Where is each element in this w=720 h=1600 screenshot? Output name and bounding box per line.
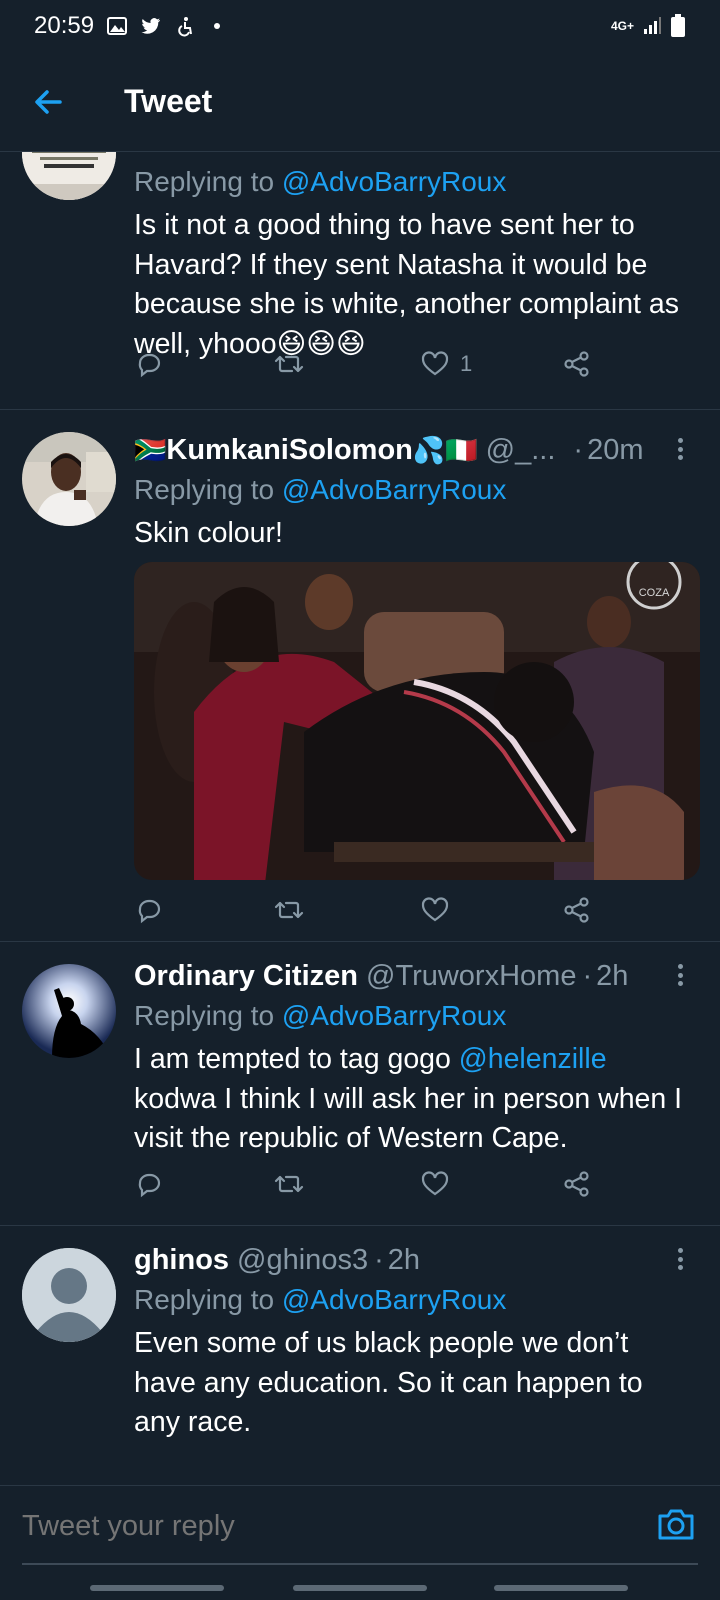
tweet-media-image[interactable]: COZA	[134, 562, 700, 880]
gallery-notification-icon	[107, 17, 128, 35]
more-options-icon[interactable]	[670, 960, 690, 990]
retweet-button[interactable]	[274, 895, 304, 925]
heart-icon	[421, 1171, 449, 1196]
display-name[interactable]: Ordinary Citizen	[134, 960, 358, 993]
avatar[interactable]	[22, 152, 116, 200]
share-button[interactable]	[562, 1169, 592, 1199]
reply-button[interactable]	[134, 349, 164, 379]
reply-composer	[0, 1485, 720, 1566]
share-button[interactable]	[562, 349, 592, 379]
retweet-icon	[274, 901, 304, 919]
signal-icon	[644, 17, 661, 34]
reply-timeline[interactable]: Replying to @AdvoBarryRoux Is it not a g…	[0, 152, 720, 1485]
nav-back-handle[interactable]	[494, 1585, 628, 1591]
reply-button[interactable]	[134, 1169, 164, 1199]
tweet-text: I am tempted to tag gogo @helenzille kod…	[134, 1043, 683, 1154]
nav-recents-handle[interactable]	[90, 1585, 224, 1591]
share-icon	[564, 351, 589, 377]
tweet-time: 2h	[596, 959, 629, 992]
replying-to-mention[interactable]: @AdvoBarryRoux	[282, 166, 507, 197]
reply-icon	[138, 1173, 161, 1198]
separator-dot: ·	[374, 1243, 384, 1276]
replying-to: Replying to @AdvoBarryRoux	[134, 166, 507, 197]
profile-photo	[22, 432, 116, 526]
share-icon	[564, 1171, 589, 1197]
flag-emoji-south-africa: 🇿🇦	[134, 434, 167, 465]
replying-to-mention[interactable]: @AdvoBarryRoux	[282, 1000, 507, 1031]
tweet-text: Even some of us black people we don’t ha…	[134, 1327, 643, 1438]
like-button[interactable]	[420, 895, 450, 925]
battery-icon	[671, 14, 685, 37]
network-type: 4G+	[610, 19, 634, 33]
separator-dot: ·	[582, 959, 593, 992]
heart-icon	[421, 351, 449, 376]
share-button[interactable]	[562, 895, 592, 925]
separator-dot: ·	[573, 433, 584, 466]
replying-to: Replying to @AdvoBarryRoux	[134, 1000, 507, 1031]
system-navigation-bar	[0, 1565, 720, 1600]
avatar[interactable]	[22, 964, 116, 1058]
like-button[interactable]: 1	[420, 349, 472, 379]
user-handle[interactable]: @ghinos3	[237, 1244, 368, 1277]
media-photo: COZA	[134, 562, 700, 880]
user-handle[interactable]: @_...	[486, 434, 556, 467]
status-bar: 20:59 4G+	[0, 0, 720, 52]
replying-to-mention[interactable]: @AdvoBarryRoux	[282, 474, 507, 505]
camera-icon	[658, 1509, 694, 1540]
user-handle[interactable]: @TruworxHome	[366, 960, 576, 993]
text-mention[interactable]: @helenzille	[459, 1043, 607, 1075]
reply-icon	[138, 899, 161, 924]
more-notifications-dot	[214, 23, 221, 29]
retweet-button[interactable]	[274, 349, 304, 379]
retweet-button[interactable]	[274, 1169, 304, 1199]
retweet-icon	[274, 355, 304, 373]
like-count: 1	[460, 351, 473, 376]
replying-to-mention[interactable]: @AdvoBarryRoux	[282, 1284, 507, 1315]
reply-button[interactable]	[134, 895, 164, 925]
profile-photo	[22, 964, 116, 1058]
image-watermark: COZA	[639, 587, 670, 599]
like-button[interactable]	[420, 1169, 450, 1199]
app-header: Tweet	[0, 52, 720, 152]
tweet-item[interactable]: 🇿🇦 KumkaniSolomon 💦🇮🇹 @_... · 20m Replyi…	[0, 410, 720, 942]
display-name[interactable]: ghinos	[134, 1244, 229, 1277]
status-time: 20:59	[34, 12, 95, 39]
accessibility-notification-icon	[178, 17, 193, 37]
reply-input[interactable]	[22, 1486, 622, 1566]
tweet-time: 20m	[587, 433, 644, 466]
heart-icon	[421, 897, 449, 922]
retweet-icon	[274, 1175, 304, 1193]
more-options-icon[interactable]	[670, 1244, 690, 1274]
quote-image-avatar	[22, 152, 116, 200]
replying-to: Replying to @AdvoBarryRoux	[134, 1284, 507, 1315]
page-title: Tweet	[124, 83, 213, 119]
tweet-time: 2h	[387, 1243, 421, 1276]
nav-home-handle[interactable]	[293, 1585, 427, 1591]
more-options-icon[interactable]	[670, 434, 690, 464]
avatar[interactable]	[22, 432, 116, 526]
tweet-item[interactable]: ghinos @ghinos3 · 2h Replying to @AdvoBa…	[0, 1226, 720, 1485]
replying-to: Replying to @AdvoBarryRoux	[134, 474, 507, 505]
back-button[interactable]	[18, 72, 78, 132]
back-arrow-icon	[35, 89, 62, 114]
avatar[interactable]	[22, 1248, 116, 1342]
tweet-text: Is it not a good thing to have sent her …	[134, 209, 679, 360]
display-name[interactable]: KumkaniSolomon	[166, 434, 413, 467]
reply-icon	[138, 353, 161, 378]
tweet-text: Skin colour!	[134, 517, 283, 549]
name-emoji: 💦🇮🇹	[412, 434, 478, 465]
default-profile-icon	[22, 1248, 116, 1342]
tweet-item[interactable]: Ordinary Citizen @TruworxHome · 2h Reply…	[0, 942, 720, 1226]
share-icon	[564, 897, 589, 923]
camera-button[interactable]	[656, 1504, 696, 1544]
tweet-item[interactable]: Replying to @AdvoBarryRoux Is it not a g…	[0, 152, 720, 410]
twitter-notification-icon	[141, 18, 161, 34]
